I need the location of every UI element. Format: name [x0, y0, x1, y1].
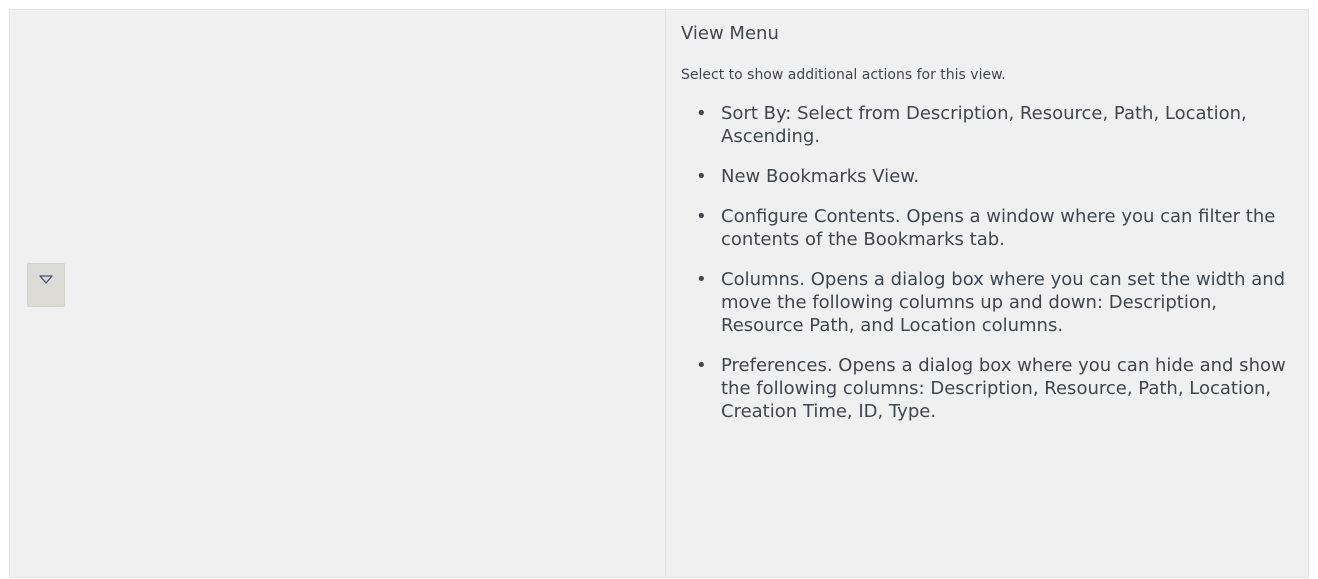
list-item-text: New Bookmarks View.: [721, 166, 920, 187]
reference-table: View Menu Select to show additional acti…: [9, 9, 1309, 578]
action-list: • Sort By: Select from Description, Reso…: [681, 102, 1292, 423]
table-row: View Menu Select to show additional acti…: [9, 9, 1309, 578]
bullet: •: [696, 355, 707, 376]
view-menu-triangle-icon: [39, 275, 53, 284]
bullet: •: [696, 166, 707, 187]
list-item: • Columns. Opens a dialog box where you …: [693, 268, 1292, 337]
description-title: View Menu: [681, 23, 779, 44]
icon-cell: [9, 9, 666, 578]
list-item-text: Sort By: Select from Description, Resour…: [721, 103, 1247, 147]
list-item: • Configure Contents. Opens a window whe…: [693, 205, 1292, 251]
list-item: • Preferences. Opens a dialog box where …: [693, 354, 1292, 423]
list-item-text: Columns. Opens a dialog box where you ca…: [721, 269, 1286, 336]
description-cell: View Menu Select to show additional acti…: [665, 9, 1309, 578]
bullet: •: [696, 206, 707, 227]
bullet: •: [696, 269, 707, 290]
bullet: •: [696, 103, 707, 124]
list-item: • Sort By: Select from Description, Reso…: [693, 102, 1292, 148]
list-item-text: Configure Contents. Opens a window where…: [721, 206, 1276, 250]
view-menu-button[interactable]: [27, 263, 65, 307]
description-intro: Select to show additional actions for th…: [681, 67, 1006, 83]
list-item-text: Preferences. Opens a dialog box where yo…: [721, 355, 1286, 422]
list-item: • New Bookmarks View.: [693, 165, 1292, 188]
